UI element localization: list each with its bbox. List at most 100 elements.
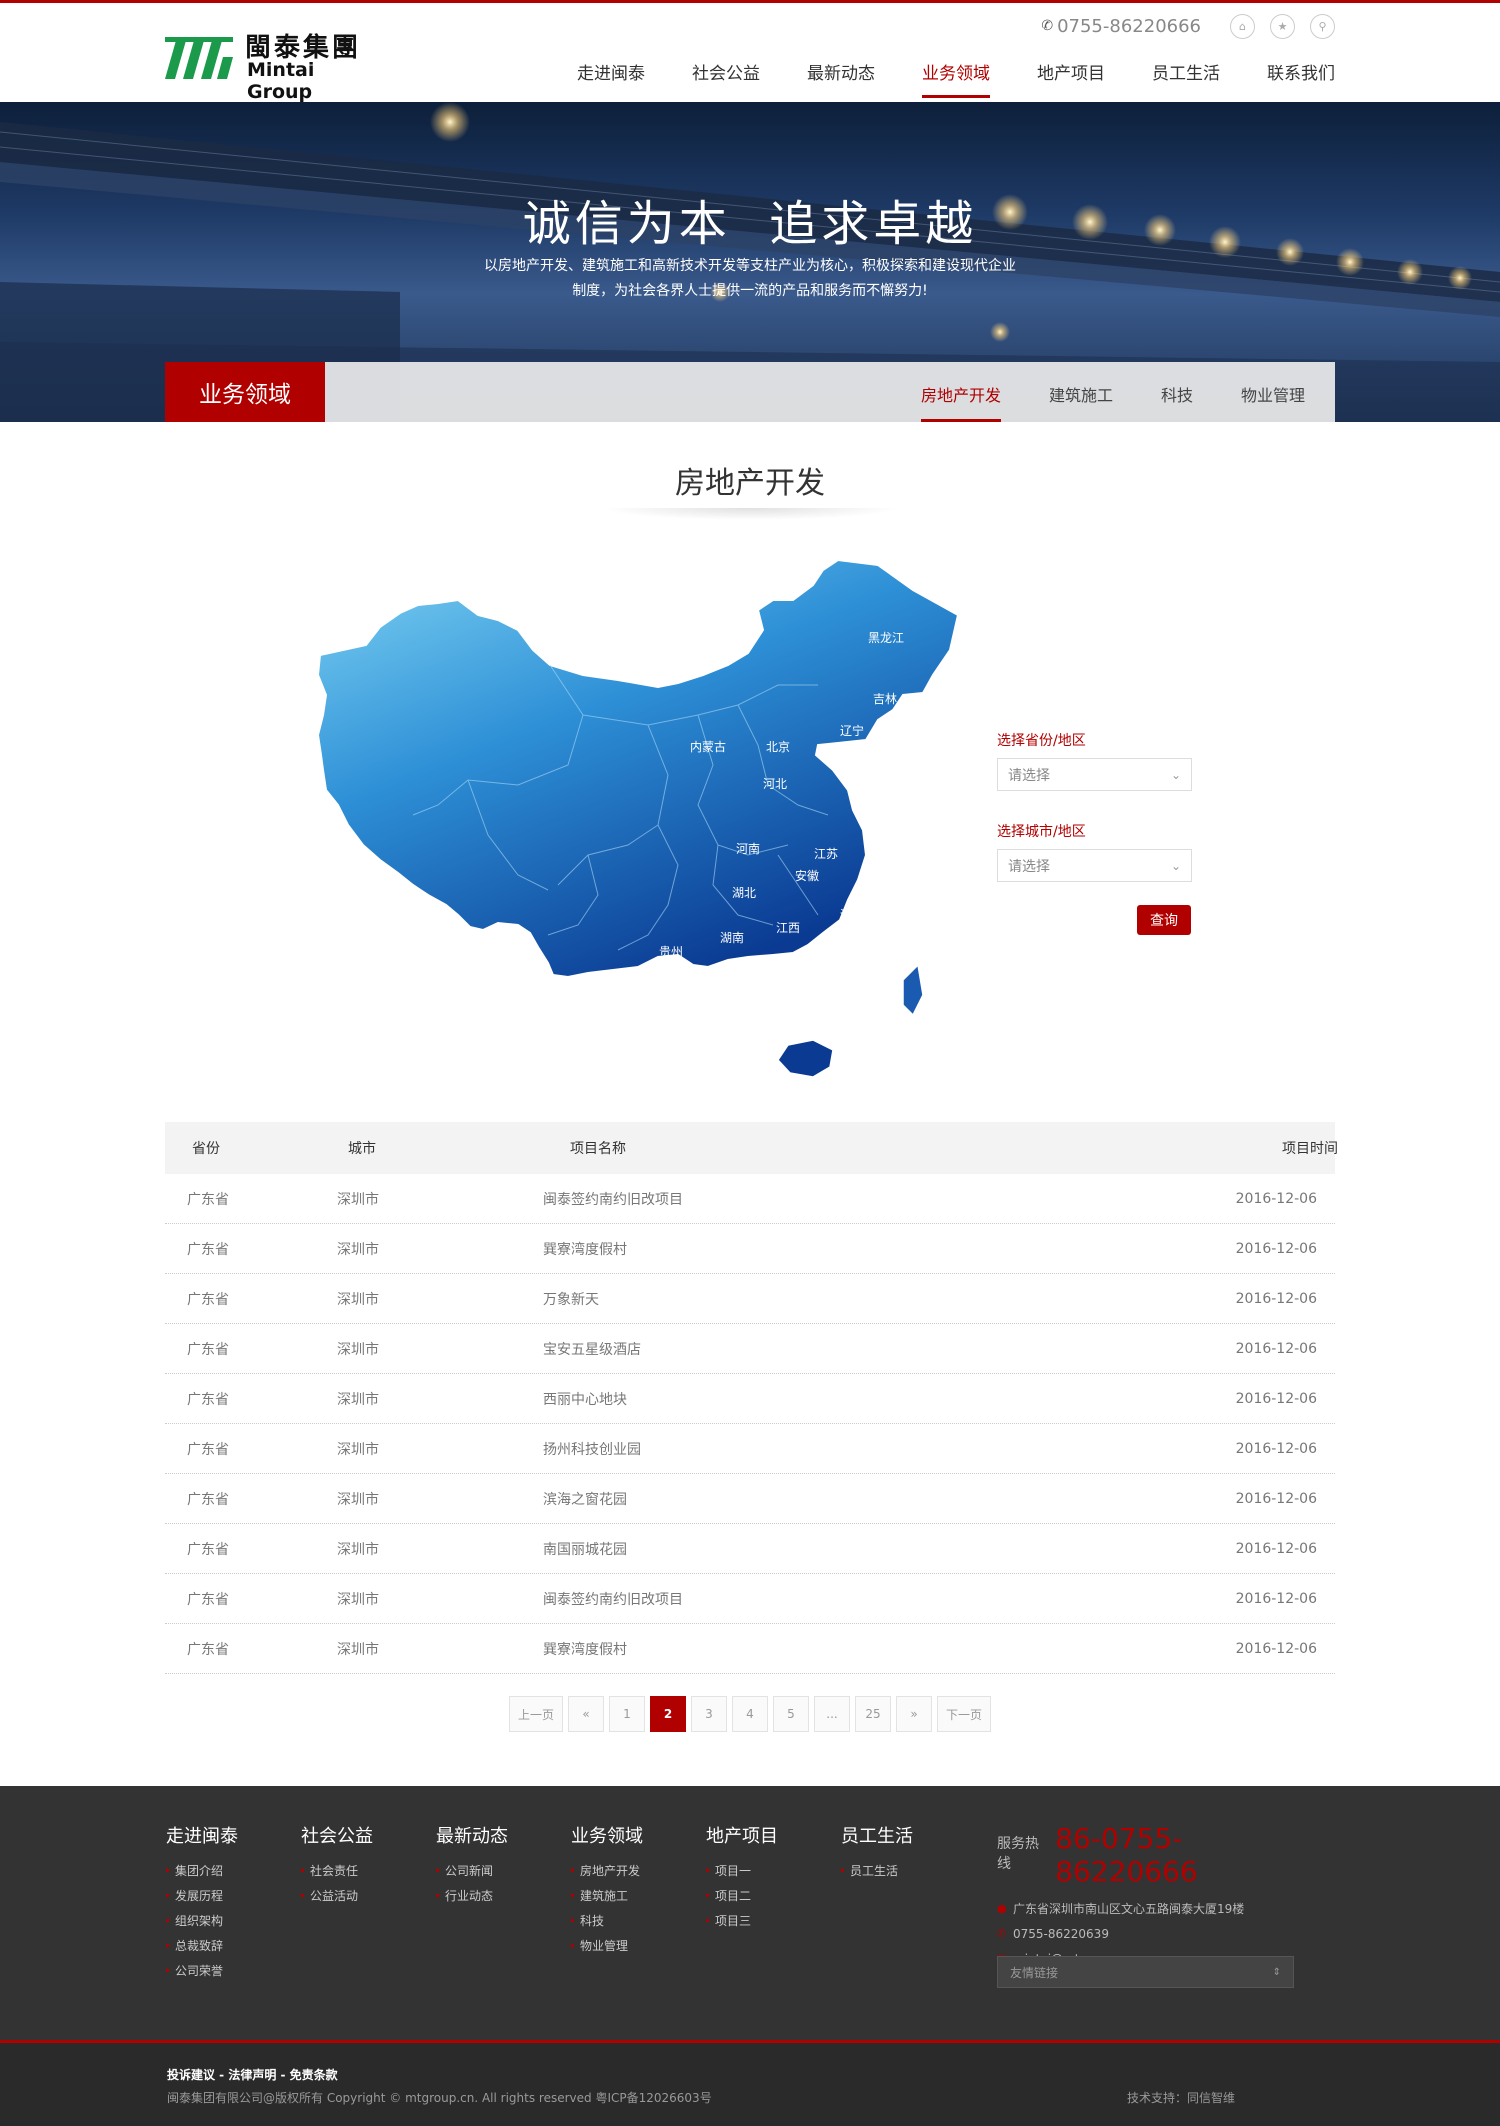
footer-link[interactable]: 公益活动 <box>301 1883 373 1908</box>
footer-link[interactable]: 组织架构 <box>166 1908 238 1933</box>
pager-first-button[interactable]: « <box>568 1696 604 1732</box>
footer-link[interactable]: 建筑施工 <box>571 1883 643 1908</box>
table-row[interactable]: 广东省 深圳市 巽寮湾度假村 2016-12-06 <box>165 1224 1335 1274</box>
map-label-guizhou[interactable]: 贵州 <box>659 945 683 959</box>
tab-real-estate[interactable]: 房地产开发 <box>920 362 1001 422</box>
pager-page-1[interactable]: 1 <box>609 1696 645 1732</box>
location-icon[interactable]: ⚲ <box>1310 13 1335 39</box>
map-label-hebei[interactable]: 河北 <box>763 777 787 791</box>
footer-link[interactable]: 项目一 <box>706 1858 778 1883</box>
cell-project-name[interactable]: 闽泰签约南约旧改项目 <box>543 1189 683 1209</box>
map-label-neimenggu[interactable]: 内蒙古 <box>690 739 726 754</box>
footer-link[interactable]: 公司荣誉 <box>166 1958 238 1983</box>
footer-col-title[interactable]: 业务领域 <box>571 1822 643 1848</box>
tab-technology[interactable]: 科技 <box>1161 362 1193 422</box>
map-label-henan[interactable]: 河南 <box>736 841 760 856</box>
query-button[interactable]: 查询 <box>1137 905 1191 935</box>
china-map[interactable]: 黑龙江 吉林 辽宁 内蒙古 北京 河北 河南 江苏 安徽 湖北 浙江 湖南 江西… <box>318 555 958 1080</box>
cell-project-name[interactable]: 扬州科技创业园 <box>543 1439 641 1459</box>
pager-next-button[interactable]: 下一页 <box>937 1696 992 1732</box>
map-label-hongkong[interactable]: 香港 <box>773 1012 797 1026</box>
footer-link[interactable]: 集团介绍 <box>166 1858 238 1883</box>
cell-project-name[interactable]: 万象新天 <box>543 1289 599 1309</box>
table-row[interactable]: 广东省 深圳市 巽寮湾度假村 2016-12-06 <box>165 1624 1335 1674</box>
footer-link[interactable]: 社会责任 <box>301 1858 373 1883</box>
cell-project-name[interactable]: 西丽中心地块 <box>543 1389 627 1409</box>
footer-link[interactable]: 物业管理 <box>571 1933 643 1958</box>
footer-link[interactable]: 发展历程 <box>166 1883 238 1908</box>
pager-page-3[interactable]: 3 <box>691 1696 727 1732</box>
map-label-guangxi[interactable]: 广西 <box>682 992 706 1006</box>
footer-link[interactable]: 员工生活 <box>841 1858 913 1883</box>
pager-page-5[interactable]: 5 <box>773 1696 809 1732</box>
footer-col-title[interactable]: 走进闽泰 <box>166 1822 238 1848</box>
footer-link[interactable]: 项目三 <box>706 1908 778 1933</box>
cell-project-name[interactable]: 宝安五星级酒店 <box>543 1339 641 1359</box>
table-row[interactable]: 广东省 深圳市 万象新天 2016-12-06 <box>165 1274 1335 1324</box>
cell-project-name[interactable]: 闽泰签约南约旧改项目 <box>543 1589 683 1609</box>
map-label-guangdong[interactable]: 广东 <box>749 996 773 1010</box>
table-row[interactable]: 广东省 深圳市 宝安五星级酒店 2016-12-06 <box>165 1324 1335 1374</box>
tab-construction[interactable]: 建筑施工 <box>1049 362 1113 422</box>
map-label-liaoning[interactable]: 辽宁 <box>840 723 864 738</box>
cell-project-name[interactable]: 南国丽城花园 <box>543 1539 627 1559</box>
footer-link[interactable]: 房地产开发 <box>571 1858 643 1883</box>
cell-project-name[interactable]: 滨海之窗花园 <box>543 1489 627 1509</box>
nav-item-business[interactable]: 业务领域 <box>922 59 990 98</box>
map-label-hubei[interactable]: 湖北 <box>732 885 756 900</box>
map-label-beijing[interactable]: 北京 <box>766 740 790 754</box>
map-label-heilongjiang[interactable]: 黑龙江 <box>868 631 904 645</box>
footer-link[interactable]: 科技 <box>571 1908 643 1933</box>
nav-item-about[interactable]: 走进闽泰 <box>577 59 645 98</box>
province-select[interactable]: 请选择 ⌄ <box>997 758 1192 791</box>
footer-col-title[interactable]: 员工生活 <box>841 1822 913 1848</box>
favorite-icon[interactable]: ★ <box>1270 13 1295 39</box>
footer-link[interactable]: 公司新闻 <box>436 1858 508 1883</box>
nav-item-staff-life[interactable]: 员工生活 <box>1152 59 1220 98</box>
map-label-yunnan[interactable]: 云南 <box>586 975 610 990</box>
pager-page-25[interactable]: 25 <box>855 1696 891 1732</box>
footer-col-business: 业务领域 房地产开发 建筑施工 科技 物业管理 <box>571 1822 643 1958</box>
table-row[interactable]: 广东省 深圳市 闽泰签约南约旧改项目 2016-12-06 <box>165 1174 1335 1224</box>
footer-col-title[interactable]: 社会公益 <box>301 1822 373 1848</box>
table-row[interactable]: 广东省 深圳市 扬州科技创业园 2016-12-06 <box>165 1424 1335 1474</box>
city-select[interactable]: 请选择 ⌄ <box>997 849 1192 882</box>
table-row[interactable]: 广东省 深圳市 滨海之窗花园 2016-12-06 <box>165 1474 1335 1524</box>
pager-page-2[interactable]: 2 <box>650 1696 686 1732</box>
cell-project-name[interactable]: 巽寮湾度假村 <box>543 1239 627 1259</box>
footer-col-projects: 地产项目 项目一 项目二 项目三 <box>706 1822 778 1933</box>
table-row[interactable]: 广东省 深圳市 南国丽城花园 2016-12-06 <box>165 1524 1335 1574</box>
legal-links[interactable]: 投诉建议 - 法律声明 - 免责条款 <box>167 2066 338 2083</box>
table-row[interactable]: 广东省 深圳市 闽泰签约南约旧改项目 2016-12-06 <box>165 1574 1335 1624</box>
cell-date: 2016-12-06 <box>1235 1340 1317 1357</box>
nav-item-projects[interactable]: 地产项目 <box>1037 59 1105 98</box>
map-label-anhui[interactable]: 安徽 <box>795 868 819 883</box>
footer-link[interactable]: 项目二 <box>706 1883 778 1908</box>
map-label-jilin[interactable]: 吉林 <box>873 692 897 706</box>
nav-item-news[interactable]: 最新动态 <box>807 59 875 98</box>
footer-link[interactable]: 总裁致辞 <box>166 1933 238 1958</box>
map-label-fujian[interactable]: 福建 <box>807 949 831 964</box>
logo[interactable]: 閩泰集團 Mintai Group <box>165 27 365 103</box>
footer-col-title[interactable]: 地产项目 <box>706 1822 778 1848</box>
pager-last-button[interactable]: » <box>896 1696 932 1732</box>
header-province: 省份 <box>192 1141 220 1157</box>
pager-page-4[interactable]: 4 <box>732 1696 768 1732</box>
sub-nav-tabs: 房地产开发 建筑施工 科技 物业管理 <box>873 362 1305 422</box>
nav-item-charity[interactable]: 社会公益 <box>692 59 760 98</box>
map-label-jiangxi[interactable]: 江西 <box>776 921 800 935</box>
map-label-jiangsu[interactable]: 江苏 <box>814 847 838 861</box>
footer-link[interactable]: 行业动态 <box>436 1883 508 1908</box>
home-icon[interactable]: ⌂ <box>1230 13 1255 39</box>
tel-text: 0755-86220639 <box>1013 1926 1109 1941</box>
table-row[interactable]: 广东省 深圳市 西丽中心地块 2016-12-06 <box>165 1374 1335 1424</box>
nav-item-contact[interactable]: 联系我们 <box>1267 59 1335 98</box>
friend-links-select[interactable]: 友情链接 ⇕ <box>997 1956 1294 1988</box>
map-label-zhejiang[interactable]: 浙江 <box>840 908 864 922</box>
pager-prev-button[interactable]: 上一页 <box>508 1696 563 1732</box>
tab-property-management[interactable]: 物业管理 <box>1241 362 1305 422</box>
map-label-macau[interactable]: 澳门 <box>752 1022 776 1037</box>
footer-col-title[interactable]: 最新动态 <box>436 1822 508 1848</box>
map-label-hunan[interactable]: 湖南 <box>720 930 744 945</box>
cell-project-name[interactable]: 巽寮湾度假村 <box>543 1639 627 1659</box>
